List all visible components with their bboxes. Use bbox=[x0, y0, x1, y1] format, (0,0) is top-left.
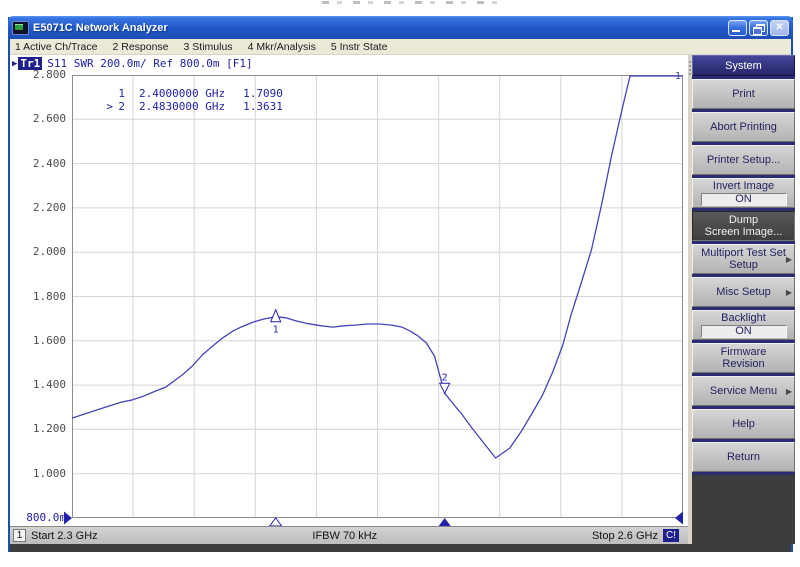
trace-settings-text: S11 SWR 200.0m/ Ref 800.0m [F1] bbox=[47, 57, 252, 70]
softkey-multiport-test-set-setup[interactable]: Multiport Test Set Setup ▶ bbox=[692, 244, 795, 274]
submenu-arrow-icon: ▶ bbox=[786, 254, 792, 266]
marker-frequency: 2.4000000 GHz bbox=[139, 87, 225, 100]
softkey-print[interactable]: Print bbox=[692, 79, 795, 109]
menu-response[interactable]: 2 Response bbox=[112, 41, 168, 53]
marker-stimulus-indicator-icon bbox=[439, 518, 451, 526]
y-axis-tick-label: 1.200 bbox=[10, 422, 66, 435]
marker-readout-table: 1 2.4000000 GHz 1.7090 > 2 2.4830000 GHz… bbox=[105, 87, 283, 113]
menu-active-ch-trace[interactable]: 1 Active Ch/Trace bbox=[15, 41, 97, 53]
y-axis-tick-label: 800.0m bbox=[10, 511, 66, 524]
marker-stimulus-indicator-icon bbox=[270, 518, 282, 526]
softkey-return[interactable]: Return bbox=[692, 442, 795, 472]
window-title: E5071C Network Analyzer bbox=[33, 22, 728, 34]
stop-frequency-label: Stop 2.6 GHz bbox=[592, 530, 658, 542]
page: { "window": { "title": "E5071C Network A… bbox=[0, 0, 800, 567]
y-axis-tick-label: 1.000 bbox=[10, 467, 66, 480]
softkey-printer-setup[interactable]: Printer Setup... bbox=[692, 145, 795, 175]
softkey-service-menu[interactable]: Service Menu ▶ bbox=[692, 376, 795, 406]
restore-button[interactable] bbox=[749, 20, 768, 36]
y-axis-tick-label: 1.400 bbox=[10, 378, 66, 391]
marker-glyph-icon bbox=[440, 383, 450, 393]
marker-number: 2 bbox=[113, 100, 125, 113]
ref-level-marker-right-icon bbox=[675, 512, 683, 525]
menu-instr-state[interactable]: 5 Instr State bbox=[331, 41, 388, 53]
softkey-backlight[interactable]: Backlight ON bbox=[692, 310, 795, 340]
trace-active-indicator-icon: ▶ bbox=[12, 59, 17, 69]
marker-number: 1 bbox=[113, 87, 125, 100]
menu-stimulus[interactable]: 3 Stimulus bbox=[184, 41, 233, 53]
softkey-invert-image[interactable]: Invert Image ON bbox=[692, 178, 795, 208]
minimize-icon bbox=[732, 30, 740, 32]
softkey-system: System bbox=[692, 55, 795, 76]
trace-number-label: 1 bbox=[675, 71, 681, 82]
cropped-caption-fragments bbox=[322, 1, 497, 4]
sidebar-filler bbox=[692, 475, 795, 544]
active-marker-indicator: > bbox=[105, 100, 113, 113]
minimize-button[interactable] bbox=[728, 20, 747, 36]
app-window: E5071C Network Analyzer ✕ 1 Active Ch/Tr… bbox=[8, 17, 793, 552]
marker-glyph-icon bbox=[271, 310, 281, 322]
softkey-abort-printing[interactable]: Abort Printing bbox=[692, 112, 795, 142]
measurement-area: ▶ Tr1 S11 SWR 200.0m/ Ref 800.0m [F1] 2.… bbox=[10, 55, 688, 544]
marker-frequency: 2.4830000 GHz bbox=[139, 100, 225, 113]
y-axis-tick-label: 2.200 bbox=[10, 201, 66, 214]
plot-canvas[interactable]: 112 bbox=[72, 75, 692, 531]
submenu-arrow-icon: ▶ bbox=[786, 386, 792, 398]
y-axis-tick-label: 1.800 bbox=[10, 290, 66, 303]
ifbw-label: IFBW 70 kHz bbox=[98, 530, 592, 542]
window-bottom-strip bbox=[10, 544, 791, 552]
channel-status-bar: 1 Start 2.3 GHz IFBW 70 kHz Stop 2.6 GHz… bbox=[10, 526, 688, 544]
y-axis-tick-label: 2.800 bbox=[10, 68, 66, 81]
menu-bar: 1 Active Ch/Trace 2 Response 3 Stimulus … bbox=[10, 39, 791, 55]
marker-value: 1.7090 bbox=[243, 87, 283, 100]
softkey-dump-screen-image[interactable]: Dump Screen Image... bbox=[692, 211, 795, 241]
ref-level-marker-left-icon bbox=[64, 512, 72, 525]
backlight-toggle-state: ON bbox=[701, 325, 787, 338]
close-button[interactable]: ✕ bbox=[770, 20, 789, 36]
correction-status-badge: C! bbox=[663, 529, 679, 542]
start-frequency-label: Start 2.3 GHz bbox=[31, 530, 98, 542]
y-axis-tick-label: 2.600 bbox=[10, 112, 66, 125]
y-axis-tick-label: 2.000 bbox=[10, 245, 66, 258]
menu-mkr-analysis[interactable]: 4 Mkr/Analysis bbox=[248, 41, 316, 53]
marker-number-label: 1 bbox=[273, 325, 279, 336]
close-icon: ✕ bbox=[771, 21, 788, 35]
marker-number-label: 2 bbox=[442, 372, 448, 383]
invert-image-toggle-state: ON bbox=[701, 193, 787, 206]
marker-readout-row: 1 2.4000000 GHz 1.7090 bbox=[105, 87, 283, 100]
app-icon bbox=[12, 21, 29, 35]
softkey-misc-setup[interactable]: Misc Setup ▶ bbox=[692, 277, 795, 307]
channel-number-box: 1 bbox=[13, 529, 26, 542]
submenu-arrow-icon: ▶ bbox=[786, 287, 792, 299]
softkey-sidebar: System Print Abort Printing Printer Setu… bbox=[692, 55, 795, 544]
softkey-help[interactable]: Help bbox=[692, 409, 795, 439]
softkey-firmware-revision[interactable]: Firmware Revision bbox=[692, 343, 795, 373]
y-axis-tick-label: 2.400 bbox=[10, 157, 66, 170]
marker-value: 1.3631 bbox=[243, 100, 283, 113]
y-axis-tick-label: 1.600 bbox=[10, 334, 66, 347]
title-bar[interactable]: E5071C Network Analyzer ✕ bbox=[8, 16, 793, 39]
marker-readout-row: > 2 2.4830000 GHz 1.3631 bbox=[105, 100, 283, 113]
